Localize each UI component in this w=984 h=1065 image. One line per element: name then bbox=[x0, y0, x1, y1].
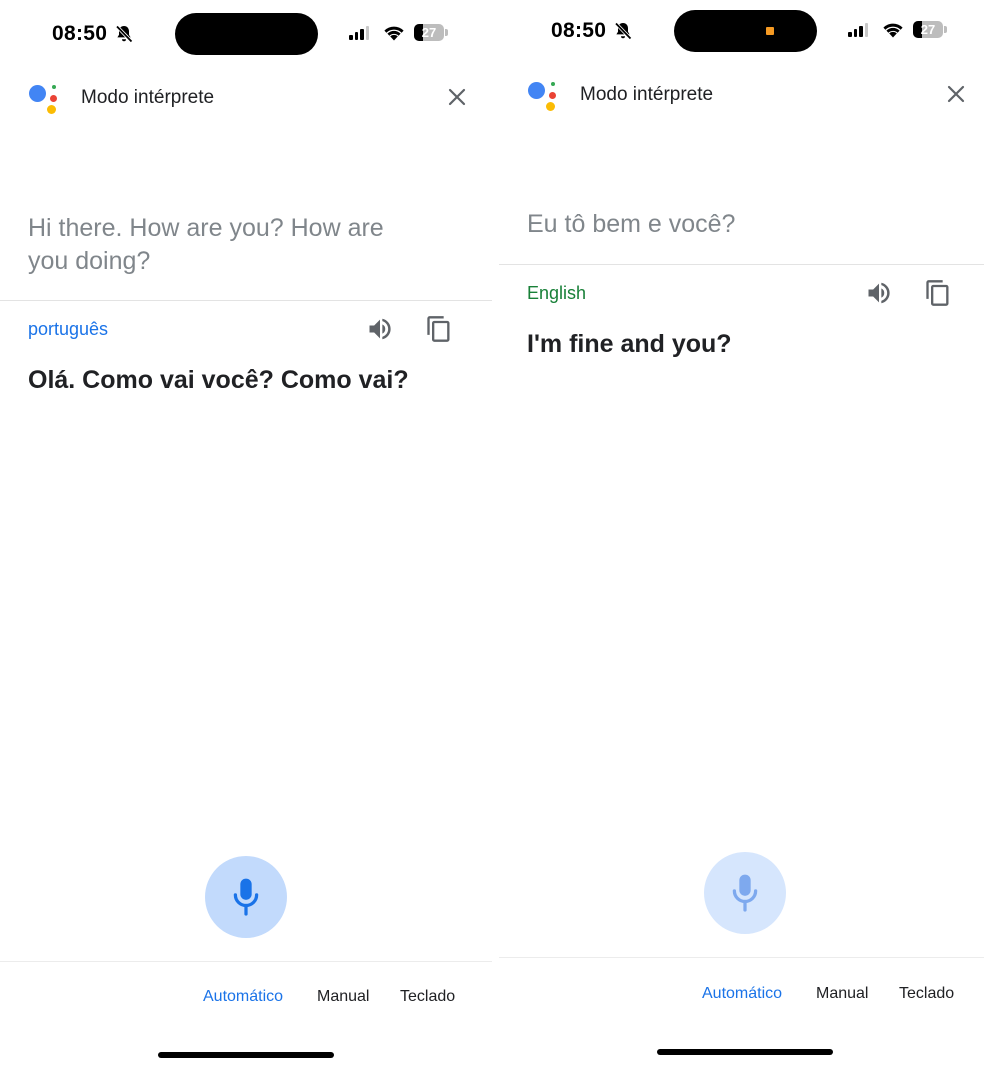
home-indicator[interactable] bbox=[158, 1052, 334, 1058]
wifi-icon bbox=[384, 26, 404, 41]
recording-indicator bbox=[766, 27, 774, 35]
status-time: 08:50 bbox=[551, 19, 607, 42]
page-title: Modo intérprete bbox=[81, 87, 215, 108]
copy-icon[interactable] bbox=[924, 279, 952, 307]
cellular-signal-icon bbox=[349, 26, 369, 40]
mode-manual[interactable]: Manual bbox=[317, 988, 369, 1006]
status-time: 08:50 bbox=[52, 22, 108, 45]
source-text: Eu tô bem e você? bbox=[527, 210, 736, 238]
screen-left: 08:50 27 Modo intérprete Hi there. How a… bbox=[0, 0, 492, 1065]
status-bar: 08:50 27 bbox=[499, 0, 984, 60]
divider bbox=[0, 300, 492, 301]
battery-icon: 27 bbox=[913, 21, 947, 38]
close-icon[interactable] bbox=[445, 85, 469, 109]
mode-automatic[interactable]: Automático bbox=[702, 985, 782, 1003]
cellular-signal-icon bbox=[848, 23, 868, 37]
dynamic-island bbox=[674, 10, 817, 52]
footer-divider bbox=[0, 961, 492, 962]
header: Modo intérprete bbox=[0, 76, 492, 116]
translation-text: Olá. Como vai você? Como vai? bbox=[28, 366, 409, 394]
wifi-icon bbox=[883, 23, 903, 38]
speaker-icon[interactable] bbox=[366, 315, 394, 343]
google-assistant-icon bbox=[527, 79, 563, 115]
mode-manual[interactable]: Manual bbox=[816, 985, 868, 1003]
footer-divider bbox=[499, 957, 984, 958]
dynamic-island bbox=[175, 13, 318, 55]
screen-right: 08:50 27 Modo intérprete Eu tô bem e voc… bbox=[499, 0, 984, 1065]
header: Modo intérprete bbox=[499, 73, 984, 113]
close-icon[interactable] bbox=[944, 82, 968, 106]
mode-automatic[interactable]: Automático bbox=[203, 988, 283, 1006]
google-assistant-icon bbox=[28, 82, 64, 118]
screen-separator bbox=[492, 0, 499, 1065]
source-text: Hi there. How are you? How are you doing… bbox=[28, 214, 384, 275]
mute-bell-icon bbox=[115, 25, 133, 43]
microphone-button[interactable] bbox=[205, 856, 287, 938]
mute-bell-icon bbox=[614, 22, 632, 40]
page-title: Modo intérprete bbox=[580, 84, 714, 105]
translation-text: I'm fine and you? bbox=[527, 330, 732, 358]
status-bar: 08:50 27 bbox=[0, 0, 492, 60]
divider bbox=[499, 264, 984, 265]
speaker-icon[interactable] bbox=[865, 279, 893, 307]
battery-level: 27 bbox=[421, 25, 437, 40]
target-language-label[interactable]: português bbox=[28, 319, 108, 340]
battery-level: 27 bbox=[920, 22, 936, 37]
copy-icon[interactable] bbox=[425, 315, 453, 343]
mode-keyboard[interactable]: Teclado bbox=[400, 988, 455, 1006]
target-language-label[interactable]: English bbox=[527, 283, 586, 304]
microphone-icon bbox=[732, 874, 758, 912]
home-indicator[interactable] bbox=[657, 1049, 833, 1055]
battery-icon: 27 bbox=[414, 24, 448, 41]
mode-keyboard[interactable]: Teclado bbox=[899, 985, 954, 1003]
microphone-button[interactable] bbox=[704, 852, 786, 934]
microphone-icon bbox=[233, 878, 259, 916]
